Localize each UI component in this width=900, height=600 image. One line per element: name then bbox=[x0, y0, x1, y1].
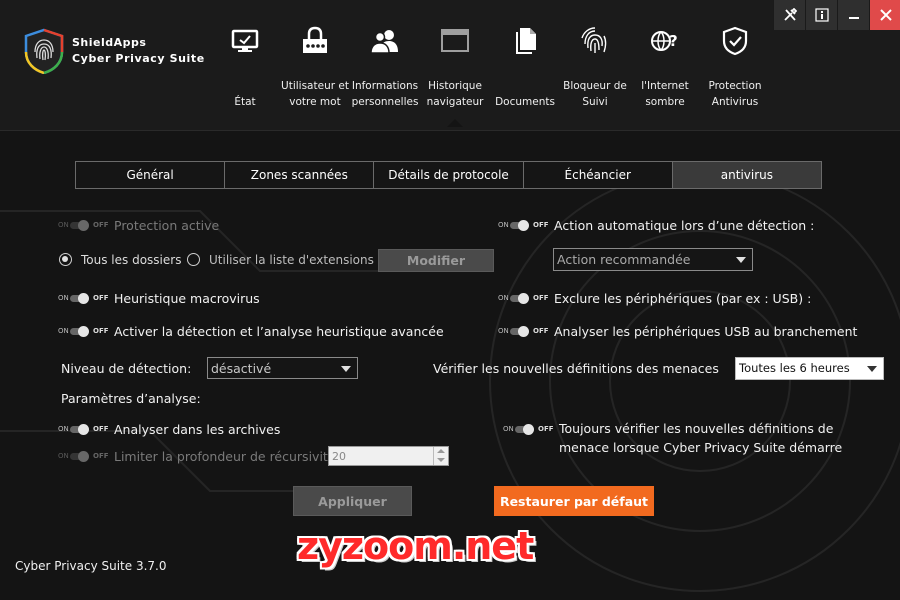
recursion-depth-value: 20 bbox=[332, 450, 346, 463]
scan-archives-label: Analyser dans les archives bbox=[114, 422, 281, 437]
tab-echeancier[interactable]: Échéancier bbox=[523, 162, 673, 188]
info-button[interactable] bbox=[805, 0, 837, 30]
chevron-down-icon bbox=[736, 257, 746, 263]
nav-label: Protection Antivirus bbox=[708, 80, 762, 108]
tab-antivirus[interactable]: antivirus bbox=[672, 162, 822, 188]
tools-button[interactable] bbox=[773, 0, 805, 30]
watermark: zyzoom.net bbox=[297, 524, 534, 568]
tab-general[interactable]: Général bbox=[76, 162, 226, 188]
settings-tabs: Général Zones scannées Détails de protoc… bbox=[75, 161, 822, 189]
check-defs-dropdown[interactable]: Toutes les 6 heures bbox=[735, 357, 884, 380]
check-defs-value: Toutes les 6 heures bbox=[739, 361, 850, 375]
info-icon bbox=[814, 8, 829, 22]
always-check-toggle[interactable]: ON OFF bbox=[503, 424, 554, 436]
stepper-buttons[interactable] bbox=[433, 447, 448, 465]
nav-documents[interactable]: Documents bbox=[490, 22, 560, 126]
apply-button[interactable]: Appliquer bbox=[293, 486, 412, 516]
scan-usb-toggle[interactable]: ON OFF bbox=[498, 326, 549, 338]
radio-all-folders[interactable] bbox=[59, 253, 72, 266]
svg-text:?: ? bbox=[669, 32, 678, 50]
auto-action-value: Action recommandée bbox=[557, 252, 691, 267]
exclude-devices-toggle[interactable]: ON OFF bbox=[498, 293, 549, 305]
scan-usb-label: Analyser les périphériques USB au branch… bbox=[554, 324, 858, 339]
documents-icon bbox=[516, 28, 536, 54]
nav-utilisateur[interactable]: Utilisateur et votre mot bbox=[280, 22, 350, 126]
radio-use-extensions[interactable] bbox=[187, 253, 200, 266]
advanced-heuristic-label: Activer la détection et l’analyse heuris… bbox=[114, 324, 444, 339]
auto-action-label: Action automatique lors d’une détection … bbox=[554, 218, 815, 233]
browser-window-icon bbox=[441, 29, 469, 52]
limit-recursion-label: Limiter la profondeur de récursivité bbox=[114, 449, 336, 464]
fingerprint-icon bbox=[581, 27, 607, 53]
always-check-label-line2: menace lorsque Cyber Privacy Suite démar… bbox=[559, 440, 843, 455]
shieldapps-logo-icon bbox=[24, 28, 64, 74]
chevron-up-icon bbox=[437, 449, 445, 453]
users-icon bbox=[370, 30, 398, 54]
user-password-icon bbox=[303, 26, 327, 53]
detection-level-label: Niveau de détection: bbox=[61, 361, 192, 376]
heuristic-macro-label: Heuristique macrovirus bbox=[114, 291, 260, 306]
tools-icon bbox=[783, 8, 797, 21]
globe-question-icon: ? bbox=[651, 31, 678, 51]
chevron-down-icon bbox=[341, 366, 351, 372]
close-button[interactable] bbox=[869, 0, 900, 30]
chevron-down-icon bbox=[867, 366, 877, 372]
shield-check-icon bbox=[722, 26, 748, 56]
use-extensions-label: Utiliser la liste d'extensions bbox=[209, 253, 374, 267]
tab-details-protocole[interactable]: Détails de protocole bbox=[374, 162, 524, 188]
close-icon bbox=[879, 9, 892, 21]
nav-etat[interactable]: État bbox=[210, 22, 280, 126]
auto-action-toggle[interactable]: ON OFF bbox=[498, 220, 549, 232]
restore-defaults-button[interactable]: Restaurer par défaut bbox=[494, 486, 654, 516]
nav-internet-sombre[interactable]: ? l'Internet sombre bbox=[630, 22, 700, 126]
header-bar: ShieldApps Cyber Privacy Suite État Util… bbox=[0, 0, 900, 131]
nav-protection-antivirus[interactable]: Protection Antivirus bbox=[700, 22, 770, 126]
check-defs-label: Vérifier les nouvelles définitions des m… bbox=[433, 361, 719, 376]
tab-zones-scannees[interactable]: Zones scannées bbox=[225, 162, 375, 188]
all-folders-label: Tous les dossiers bbox=[81, 253, 182, 267]
nav-historique[interactable]: Historique navigateur bbox=[420, 22, 490, 126]
brand: ShieldApps Cyber Privacy Suite bbox=[72, 36, 205, 65]
advanced-heuristic-toggle[interactable]: ON OFF bbox=[58, 326, 109, 338]
protection-active-label: Protection active bbox=[114, 218, 220, 233]
brand-name: ShieldApps bbox=[72, 36, 147, 49]
product-name: Cyber Privacy Suite bbox=[72, 52, 205, 65]
limit-recursion-toggle[interactable]: ON OFF bbox=[58, 451, 109, 463]
recursion-depth-stepper[interactable]: 20 bbox=[328, 446, 449, 466]
nav-informations[interactable]: Informations personnelles bbox=[350, 22, 420, 126]
minimize-icon bbox=[848, 17, 859, 19]
heuristic-macro-toggle[interactable]: ON OFF bbox=[58, 293, 109, 305]
always-check-label-line1: Toujours vérifier les nouvelles définiti… bbox=[559, 421, 834, 436]
auto-action-dropdown[interactable]: Action recommandée bbox=[553, 248, 753, 271]
version-label: Cyber Privacy Suite 3.7.0 bbox=[15, 559, 167, 573]
minimize-button[interactable] bbox=[837, 0, 869, 30]
app-window: ShieldApps Cyber Privacy Suite État Util… bbox=[0, 0, 900, 600]
modify-button[interactable]: Modifier bbox=[378, 249, 494, 272]
chevron-down-icon bbox=[437, 458, 445, 462]
monitor-icon bbox=[231, 29, 259, 52]
scan-archives-toggle[interactable]: ON OFF bbox=[58, 424, 109, 436]
nav-bloqueur[interactable]: Bloqueur de Suivi bbox=[560, 22, 630, 126]
protection-active-toggle[interactable]: ON OFF bbox=[58, 220, 109, 232]
scan-params-label: Paramètres d’analyse: bbox=[61, 391, 201, 406]
exclude-devices-label: Exclure les périphériques (par ex : USB)… bbox=[554, 291, 812, 306]
detection-level-value: désactivé bbox=[211, 361, 272, 376]
detection-level-dropdown[interactable]: désactivé bbox=[207, 357, 358, 379]
